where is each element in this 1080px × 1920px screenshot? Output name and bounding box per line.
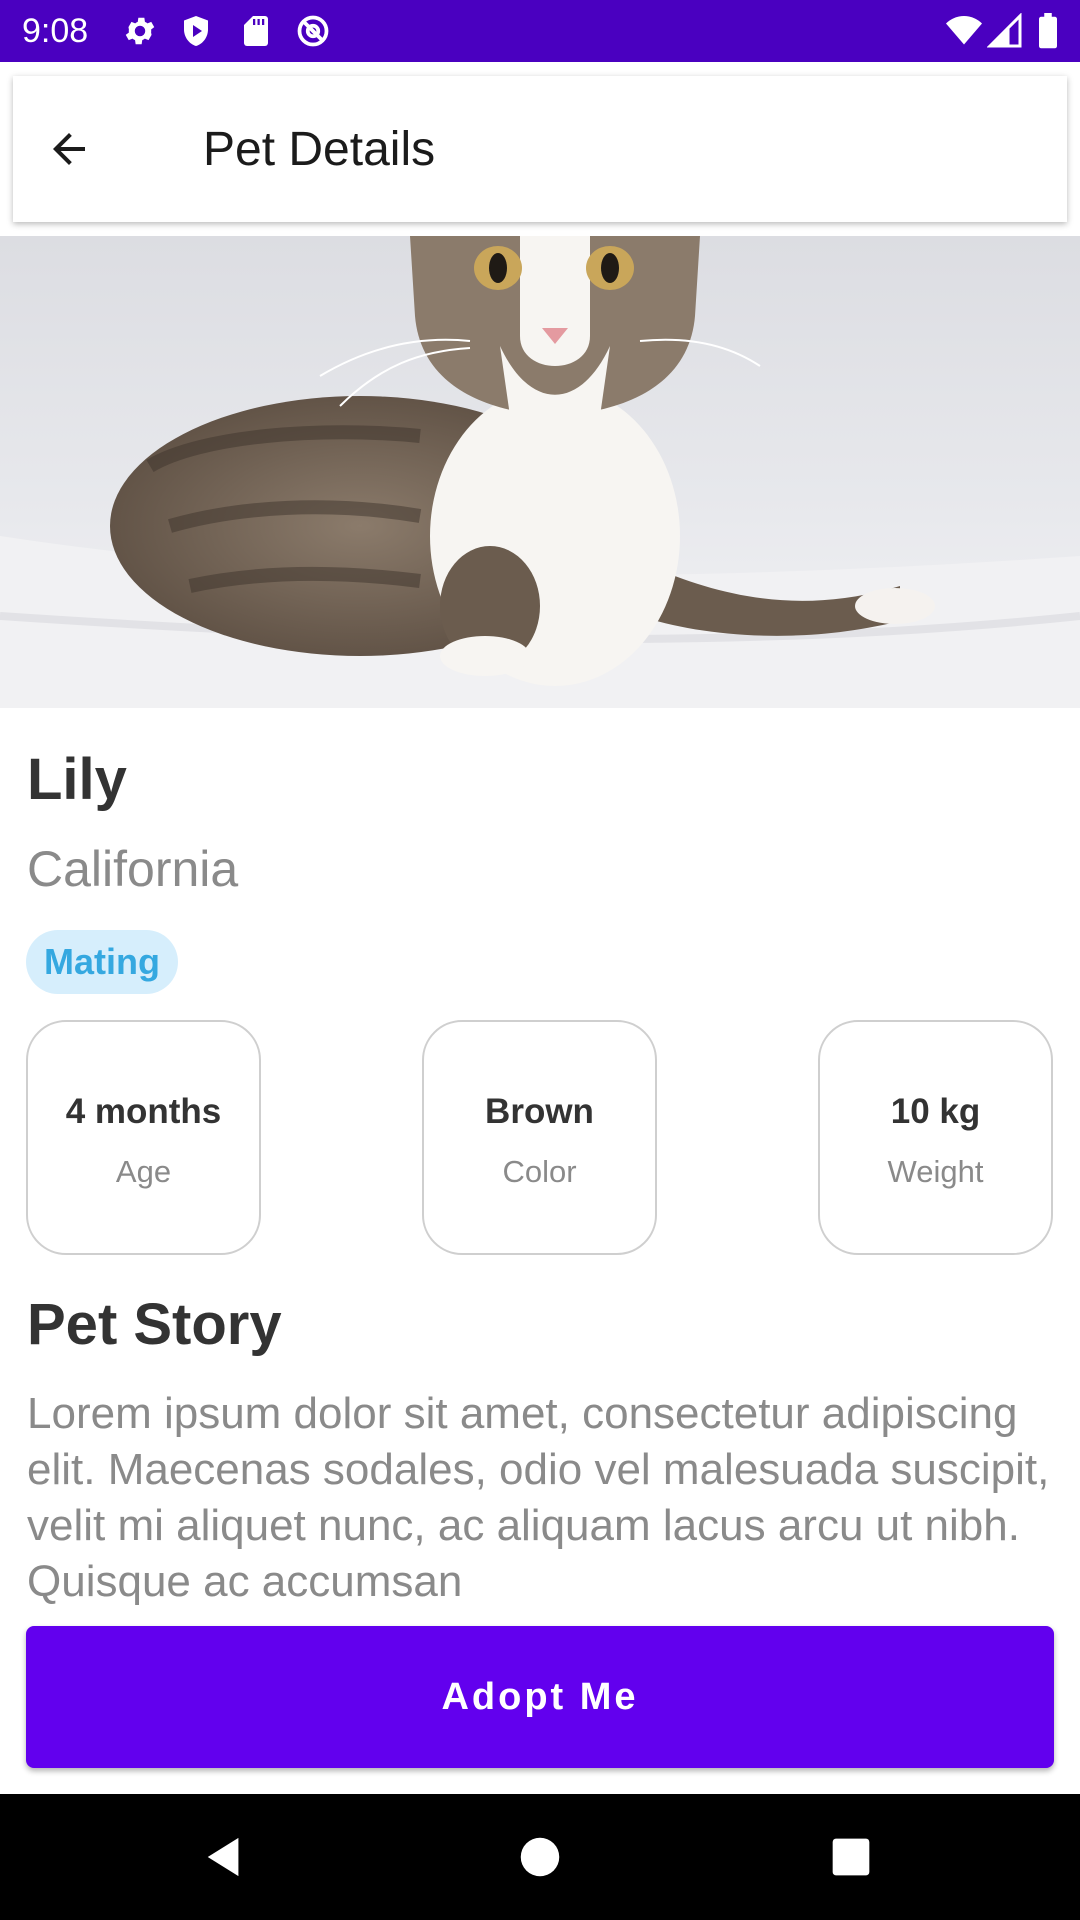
pet-name: Lily — [27, 747, 127, 812]
arrow-back-icon — [53, 133, 85, 165]
app-bar: Pet Details — [13, 76, 1067, 222]
status-badge: Mating — [26, 930, 178, 994]
at-sign-icon — [295, 13, 331, 49]
settings-icon — [122, 13, 158, 49]
nav-recents-button[interactable] — [816, 1822, 886, 1892]
back-button[interactable] — [33, 119, 105, 179]
pet-photo — [0, 236, 1080, 708]
home-circle-icon — [520, 1837, 560, 1877]
stat-card-age: 4 months Age — [26, 1020, 261, 1255]
stat-value: 4 months — [65, 1092, 222, 1131]
back-triangle-icon — [207, 1837, 239, 1877]
sd-card-icon — [238, 13, 274, 49]
wifi-icon — [944, 13, 984, 49]
stat-label: Color — [502, 1154, 577, 1189]
stat-label: Weight — [887, 1154, 984, 1189]
adopt-button[interactable]: Adopt Me — [26, 1626, 1054, 1768]
story-heading: Pet Story — [27, 1292, 282, 1357]
stat-label: Age — [115, 1154, 172, 1189]
nav-back-button[interactable] — [190, 1822, 260, 1892]
stat-card-weight: 10 kg Weight — [818, 1020, 1053, 1255]
stat-value: 10 kg — [890, 1092, 981, 1131]
navigation-bar — [0, 1794, 1080, 1920]
battery-icon — [1036, 13, 1060, 49]
page-title: Pet Details — [203, 123, 436, 176]
nav-home-button[interactable] — [505, 1822, 575, 1892]
pet-location: California — [27, 841, 239, 897]
stat-card-color: Brown Color — [422, 1020, 657, 1255]
stat-value: Brown — [485, 1092, 594, 1131]
status-bar: 9:08 — [0, 0, 1080, 62]
signal-icon — [987, 13, 1023, 49]
recents-square-icon — [832, 1838, 870, 1876]
status-time: 9:08 — [22, 12, 89, 50]
play-protect-icon — [178, 13, 214, 49]
